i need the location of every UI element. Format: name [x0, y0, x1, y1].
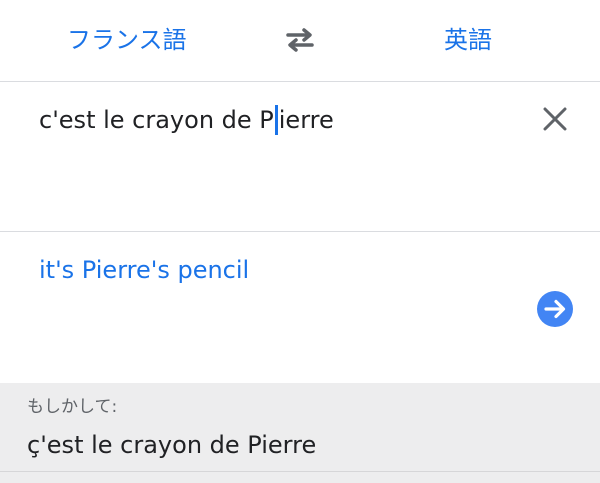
suggested-correction[interactable]: ç'est le crayon de Pierre [27, 427, 316, 463]
translation-result: it's Pierre's pencil [39, 256, 250, 284]
did-you-mean-panel: もしかして: ç'est le crayon de Pierre [0, 383, 600, 483]
swap-languages-button[interactable] [280, 20, 320, 60]
target-language-button[interactable]: 英語 [444, 20, 492, 60]
source-text-input[interactable]: c'est le crayon de Pierre [39, 102, 519, 138]
open-translation-button[interactable] [536, 290, 574, 328]
translation-output-area: it's Pierre's pencil [0, 232, 600, 383]
source-input-area[interactable]: c'est le crayon de Pierre [0, 82, 600, 232]
divider [0, 471, 600, 472]
language-bar: フランス語 英語 [0, 0, 600, 82]
text-caret [274, 105, 278, 135]
close-icon [543, 107, 567, 131]
input-text-before-caret: c'est le crayon de P [39, 106, 274, 134]
clear-input-button[interactable] [538, 102, 572, 136]
swap-arrows-icon [286, 28, 314, 52]
input-text-after-caret: ierre [278, 106, 334, 134]
source-language-button[interactable]: フランス語 [67, 20, 187, 60]
arrow-right-circle-icon [537, 291, 573, 327]
did-you-mean-label: もしかして: [27, 397, 118, 417]
